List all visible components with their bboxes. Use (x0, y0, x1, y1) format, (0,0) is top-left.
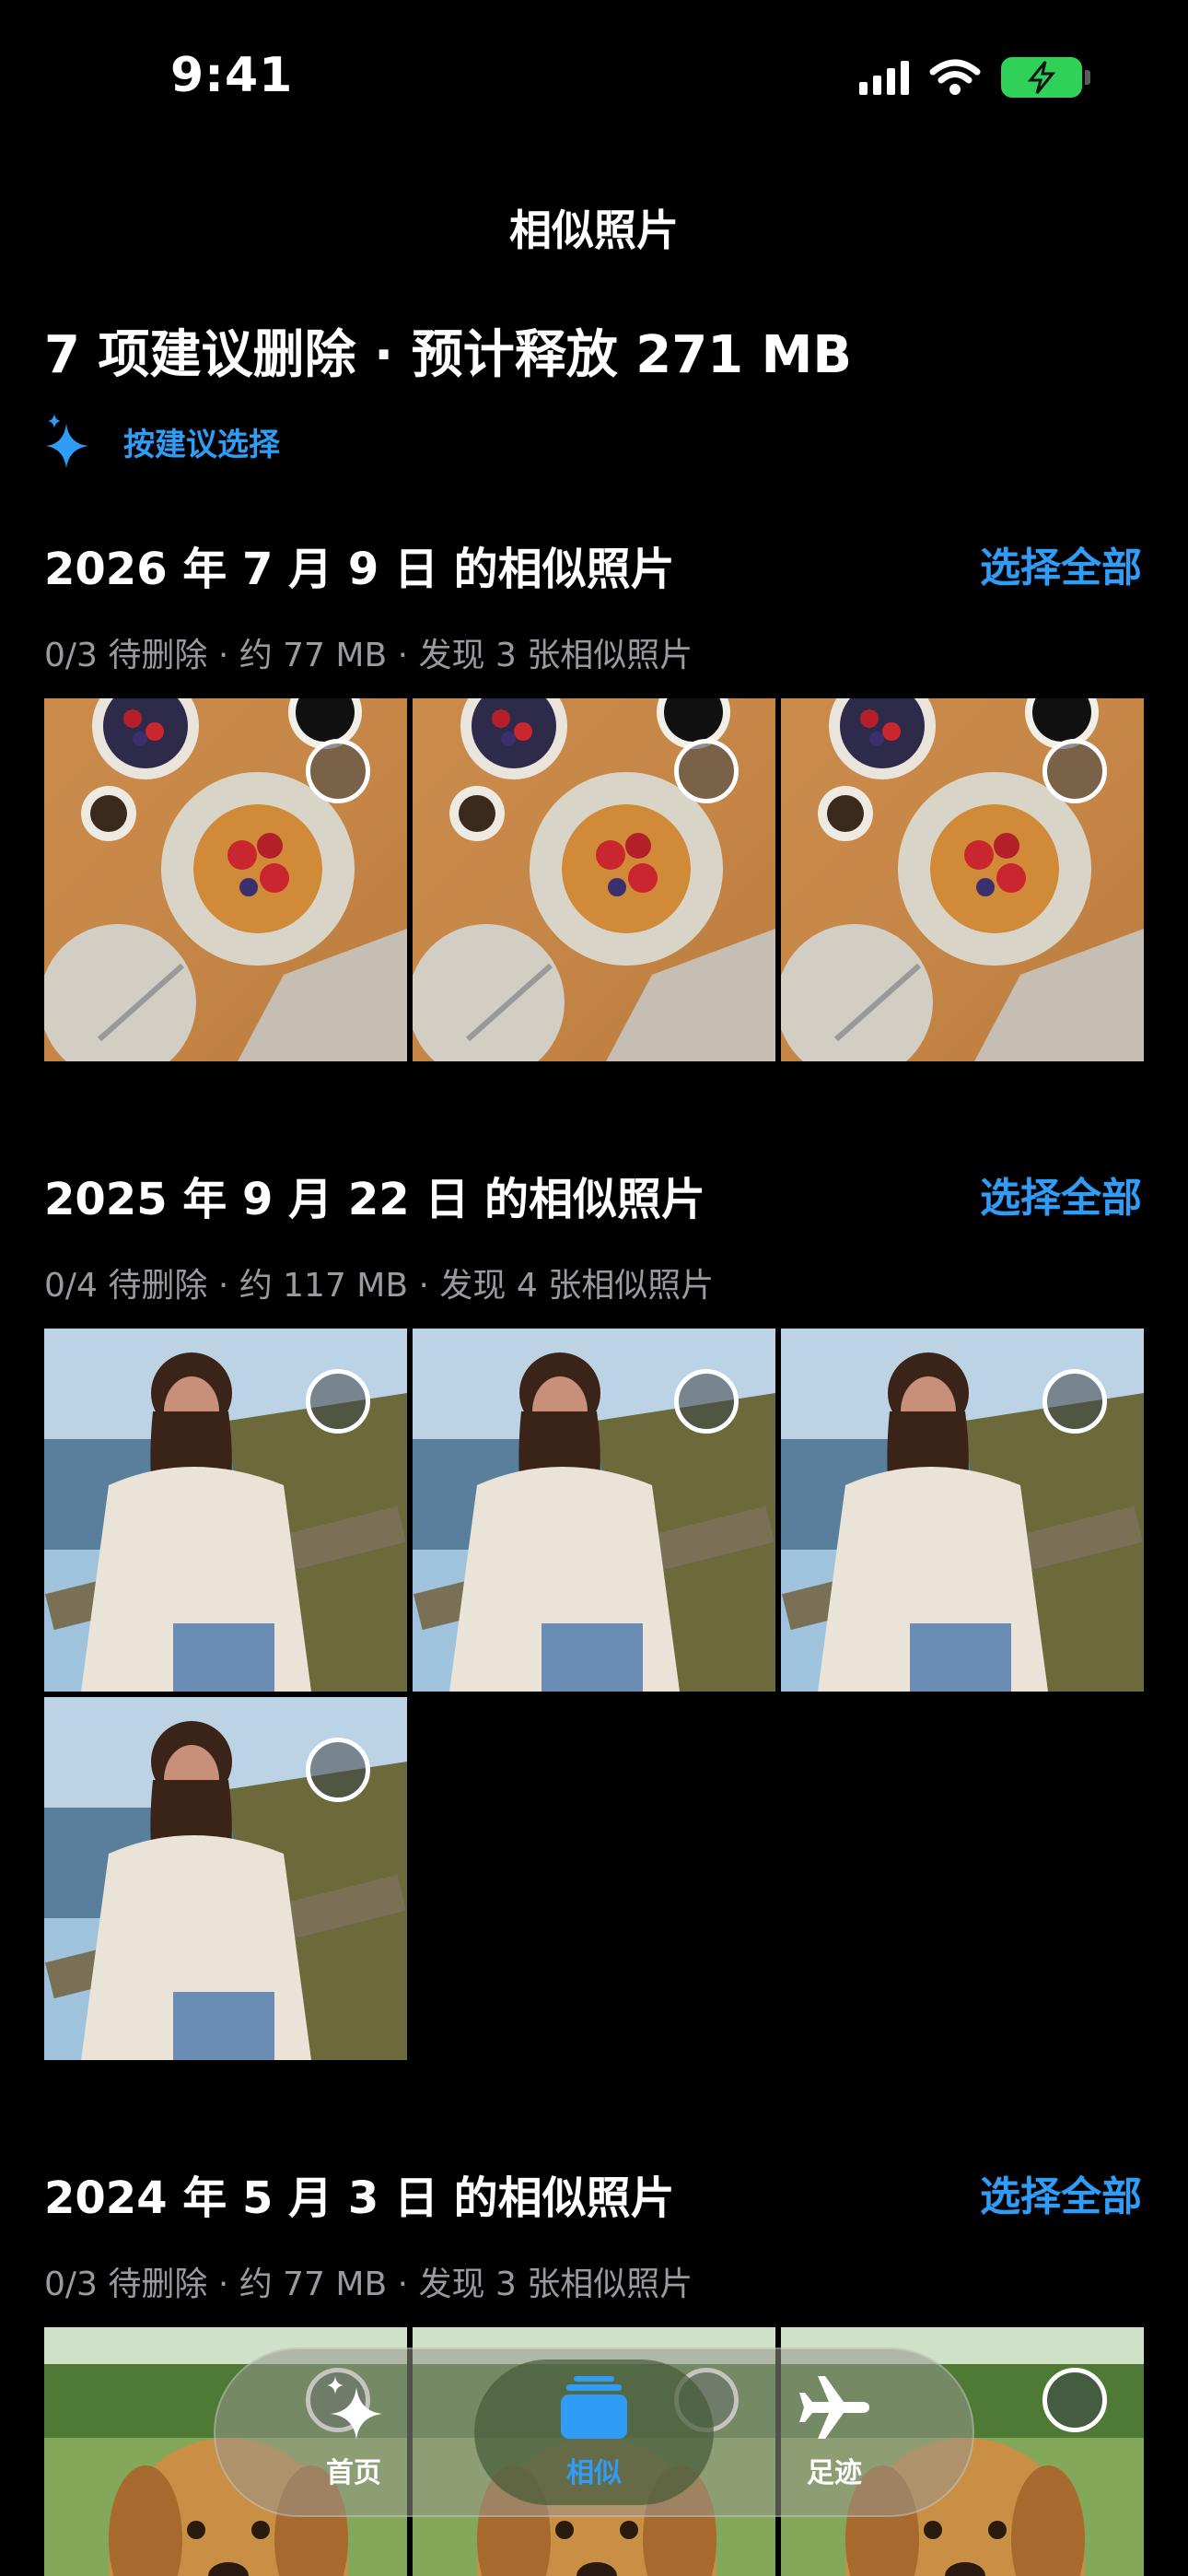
tab-footprints[interactable]: 足迹 (715, 2359, 954, 2505)
select-checkbox[interactable] (674, 1369, 739, 1434)
select-checkbox[interactable] (1042, 1369, 1107, 1434)
select-checkbox[interactable] (306, 1369, 370, 1434)
battery-charging-icon (1001, 57, 1090, 98)
photo-grid (44, 698, 1144, 1061)
group-meta: 0/4 待删除 · 约 117 MB · 发现 4 张相似照片 (44, 1267, 715, 1305)
wifi-icon (929, 59, 981, 95)
photo-grid (44, 1329, 1144, 2060)
tab-home[interactable]: 首页 (234, 2359, 473, 2505)
select-checkbox[interactable] (674, 739, 739, 803)
tab-bar: 首页 相似 足迹 (214, 2348, 974, 2517)
select-all-button[interactable]: 选择全部 (980, 2163, 1142, 2222)
group-title: 2025 年 9 月 22 日 的相似照片 (44, 1174, 706, 1225)
tab-footprints-label: 足迹 (807, 2457, 862, 2489)
photo-thumbnail[interactable] (44, 1697, 407, 2060)
status-icons (859, 57, 1090, 98)
select-all-button[interactable]: 选择全部 (980, 1165, 1142, 1224)
airplane-icon (799, 2376, 869, 2439)
tab-similar-label: 相似 (566, 2457, 622, 2489)
select-all-button[interactable]: 选择全部 (980, 534, 1142, 593)
tab-similar[interactable]: 相似 (474, 2359, 714, 2505)
photo-thumbnail[interactable] (413, 1329, 775, 1692)
select-by-suggestion-label: 按建议选择 (123, 426, 280, 463)
photo-thumbnail[interactable] (781, 698, 1144, 1061)
tab-home-label: 首页 (326, 2457, 381, 2489)
group-meta: 0/3 待删除 · 约 77 MB · 发现 3 张相似照片 (44, 637, 693, 674)
cellular-signal-icon (859, 60, 909, 95)
deletion-summary: 7 项建议删除 · 预计释放 271 MB (44, 325, 853, 385)
select-by-suggestion-button[interactable]: 按建议选择 (44, 413, 280, 470)
group-title: 2026 年 7 月 9 日 的相似照片 (44, 544, 675, 595)
photo-thumbnail[interactable] (413, 698, 775, 1061)
select-checkbox[interactable] (306, 739, 370, 803)
page-title: 相似照片 (509, 205, 679, 255)
group-meta: 0/3 待删除 · 约 77 MB · 发现 3 张相似照片 (44, 2266, 693, 2303)
photo-thumbnail[interactable] (44, 1329, 407, 1692)
group-title: 2024 年 5 月 3 日 的相似照片 (44, 2172, 675, 2224)
select-checkbox[interactable] (1042, 2368, 1107, 2432)
sparkles-icon (327, 2376, 382, 2440)
app-screen: 9:41 相似照片 7 项建议删除 · 预计释放 271 MB 按建议选择 20… (0, 0, 1188, 2576)
photo-thumbnail[interactable] (781, 1329, 1144, 1692)
status-time: 9:41 (170, 48, 294, 103)
photo-thumbnail[interactable] (44, 698, 407, 1061)
select-checkbox[interactable] (306, 1738, 370, 1802)
sparkles-icon (46, 414, 88, 468)
select-checkbox[interactable] (1042, 739, 1107, 803)
stack-icon (561, 2376, 627, 2439)
